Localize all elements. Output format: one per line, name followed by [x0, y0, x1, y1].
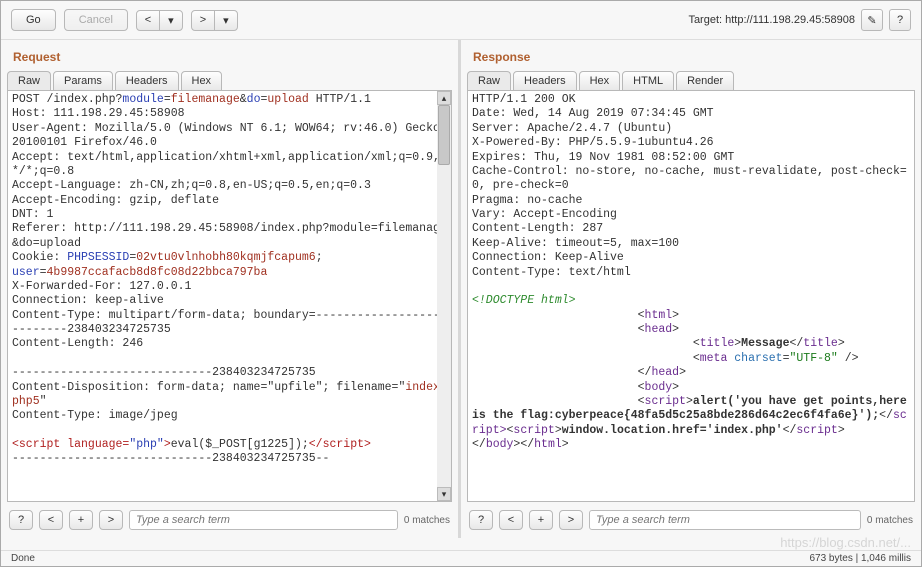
- search-plus-button[interactable]: +: [69, 510, 93, 530]
- main-toolbar: Go Cancel < ▾ > ▾ Target: http://111.198…: [1, 1, 921, 40]
- request-title: Request: [1, 40, 458, 70]
- request-scrollbar[interactable]: ▴ ▾: [437, 91, 451, 501]
- scroll-thumb[interactable]: [438, 105, 450, 165]
- next-dropdown-button[interactable]: ▾: [214, 10, 238, 31]
- target-label: Target: http://111.198.29.45:58908: [688, 14, 855, 26]
- response-title: Response: [461, 40, 921, 70]
- tab-raw[interactable]: Raw: [7, 71, 51, 91]
- request-matches: 0 matches: [404, 515, 450, 526]
- search-prev-button[interactable]: <: [39, 510, 63, 530]
- search-next-button[interactable]: >: [99, 510, 123, 530]
- response-panel: Response Raw Headers Hex HTML Render HTT…: [461, 40, 921, 538]
- prev-button[interactable]: <: [136, 10, 160, 31]
- help-icon[interactable]: ?: [889, 9, 911, 31]
- search-next-button-resp[interactable]: >: [559, 510, 583, 530]
- go-button[interactable]: Go: [11, 9, 56, 31]
- search-plus-button-resp[interactable]: +: [529, 510, 553, 530]
- prev-dropdown-button[interactable]: ▾: [159, 10, 183, 31]
- request-search-input[interactable]: [129, 510, 398, 530]
- response-raw-text[interactable]: HTTP/1.1 200 OK Date: Wed, 14 Aug 2019 0…: [468, 91, 914, 501]
- response-matches: 0 matches: [867, 515, 913, 526]
- search-help-button[interactable]: ?: [9, 510, 33, 530]
- tab-raw-resp[interactable]: Raw: [467, 71, 511, 91]
- tab-hex-resp[interactable]: Hex: [579, 71, 621, 91]
- scroll-up-icon[interactable]: ▴: [437, 91, 451, 105]
- search-help-button-resp[interactable]: ?: [469, 510, 493, 530]
- stats-text: 673 bytes | 1,046 millis: [809, 553, 911, 564]
- request-raw-text[interactable]: POST /index.php?module=filemanage&do=upl…: [8, 91, 451, 501]
- tab-html-resp[interactable]: HTML: [622, 71, 674, 91]
- tab-hex[interactable]: Hex: [181, 71, 223, 91]
- scroll-down-icon[interactable]: ▾: [437, 487, 451, 501]
- request-panel: Request Raw Params Headers Hex POST /ind…: [1, 40, 461, 538]
- status-text: Done: [11, 553, 35, 564]
- tab-headers-resp[interactable]: Headers: [513, 71, 577, 91]
- edit-target-icon[interactable]: ✎: [861, 9, 883, 31]
- tab-render-resp[interactable]: Render: [676, 71, 734, 91]
- tab-headers[interactable]: Headers: [115, 71, 179, 91]
- next-button[interactable]: >: [191, 10, 215, 31]
- search-prev-button-resp[interactable]: <: [499, 510, 523, 530]
- response-search-input[interactable]: [589, 510, 861, 530]
- tab-params[interactable]: Params: [53, 71, 113, 91]
- footer-bar: Done 673 bytes | 1,046 millis: [1, 550, 921, 566]
- cancel-button[interactable]: Cancel: [64, 9, 128, 31]
